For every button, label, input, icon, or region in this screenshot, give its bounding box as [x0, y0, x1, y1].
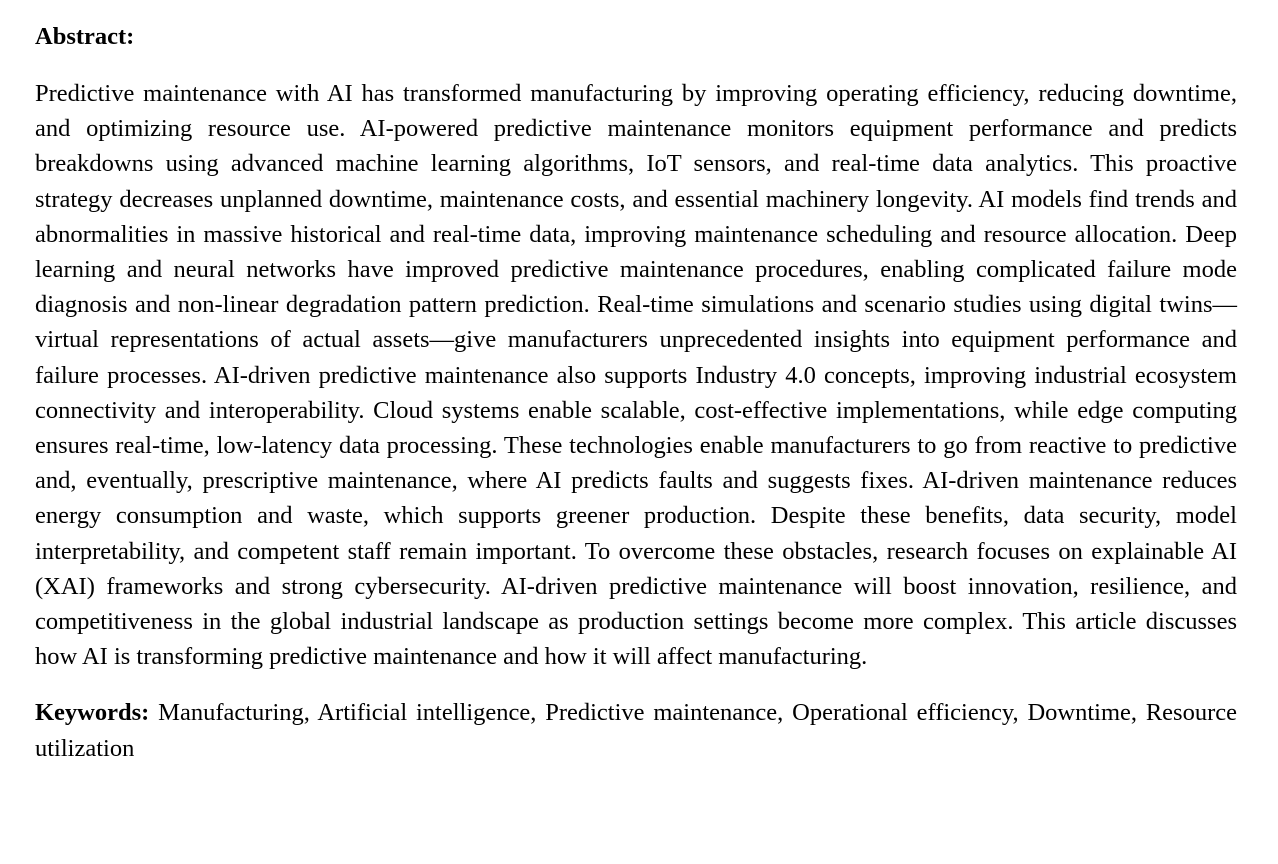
keywords-label: Keywords:: [35, 699, 150, 727]
abstract-heading: Abstract:: [35, 23, 135, 50]
abstract-text: Predictive maintenance with AI has trans…: [35, 80, 1237, 671]
keywords-line: Keywords: Manufacturing, Artificial inte…: [35, 695, 1237, 765]
abstract-section: Abstract: Predictive maintenance with AI…: [35, 19, 1237, 766]
keywords-text: Manufacturing, Artificial intelligence, …: [35, 699, 1237, 762]
